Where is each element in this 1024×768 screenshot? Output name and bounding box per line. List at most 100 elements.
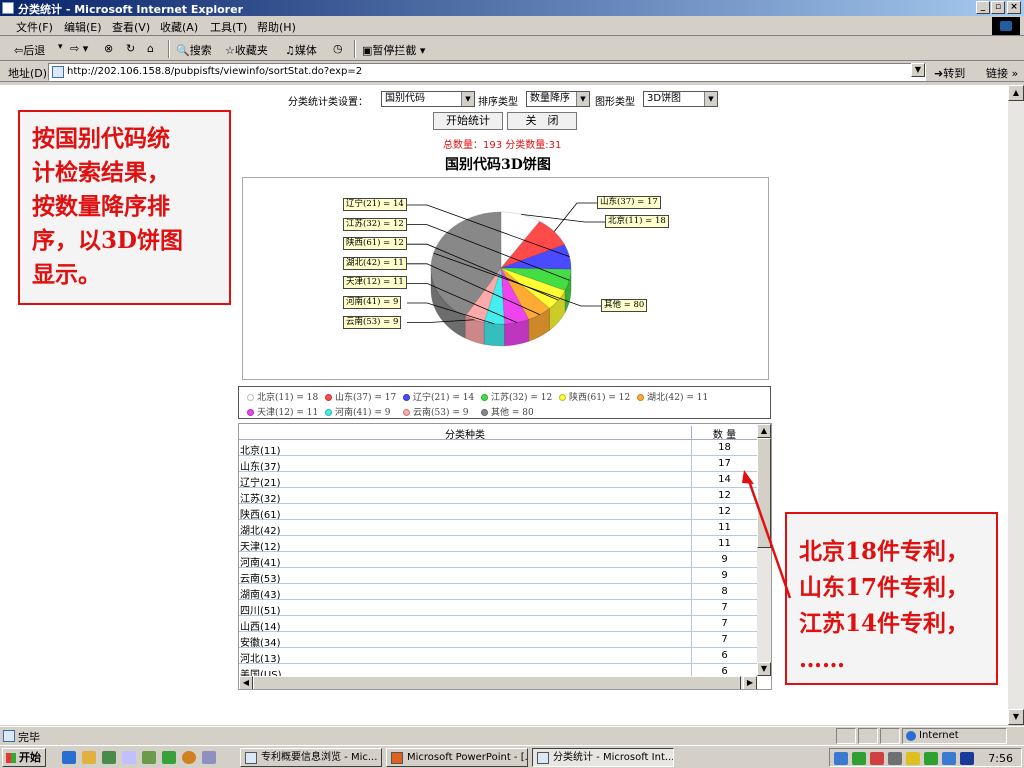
go-button[interactable]: ➜转到	[934, 65, 965, 81]
task-label-2: 分类统计 - Microsoft Int...	[553, 752, 674, 763]
callout-line: 北京18件专利，	[799, 538, 970, 565]
popup-blocker-button[interactable]: ▣暂停拦截 ▾	[362, 42, 425, 58]
table-row: 四川(51) 7	[239, 600, 757, 617]
start-label: 开始	[19, 751, 41, 764]
desktop-quicklaunch-icon[interactable]	[122, 751, 136, 764]
task-button-0[interactable]: 专利概要信息浏览 - Mic...	[240, 748, 382, 767]
stop-icon[interactable]: ⊗	[104, 42, 113, 55]
menu-tools[interactable]: 工具(T)	[210, 19, 247, 35]
table-cell-category: 湖北(42)	[240, 526, 281, 537]
address-input[interactable]: http://202.106.158.8/pubpisfts/viewinfo/…	[48, 63, 926, 81]
table-row: 河南(41) 9	[239, 552, 757, 569]
table-cell-category: 安徽(34)	[240, 638, 281, 649]
table-scroll-left-icon[interactable]: ◀	[239, 676, 253, 689]
legend-item: 河南(41) = 9	[325, 405, 390, 418]
app-quicklaunch-icon[interactable]	[162, 751, 176, 764]
table-hscroll-thumb[interactable]	[253, 676, 741, 689]
refresh-icon[interactable]: ↻	[126, 42, 135, 55]
tray-icon[interactable]	[834, 752, 848, 765]
status-cell	[858, 728, 878, 744]
back-dropdown-icon[interactable]: ▾	[58, 42, 63, 52]
app-quicklaunch-icon[interactable]	[182, 751, 196, 764]
task-button-2[interactable]: 分类统计 - Microsoft Int...	[532, 748, 674, 767]
table-hscrollbar[interactable]: ◀ ▶	[239, 676, 757, 689]
sort-label: 排序类型	[478, 97, 518, 108]
menu-favorites[interactable]: 收藏(A)	[160, 19, 198, 35]
status-cell	[836, 728, 856, 744]
callout-line: 序，以3D饼图	[32, 227, 183, 254]
summary-text: 总数量：193 分类数量:31	[443, 140, 562, 151]
tray-icon[interactable]	[852, 752, 866, 765]
chevron-down-icon: ▼	[704, 92, 717, 106]
clock: 7:56	[988, 752, 1013, 765]
status-cell	[880, 728, 900, 744]
table-row: 山西(14) 7	[239, 616, 757, 633]
table-header: 分类种类 数 量	[239, 424, 757, 441]
chevron-down-icon: ▼	[576, 92, 589, 106]
table-scroll-down-icon[interactable]: ▼	[757, 662, 771, 676]
tray-icon[interactable]	[870, 752, 884, 765]
media-button[interactable]: ♫媒体	[285, 42, 317, 58]
media-quicklaunch-icon[interactable]	[142, 751, 156, 764]
favorites-button[interactable]: ☆收藏夹	[225, 42, 268, 58]
history-icon[interactable]: ◷	[333, 42, 343, 55]
menu-edit[interactable]: 编辑(E)	[64, 19, 102, 35]
window-title-bar[interactable]: 分类统计 - Microsoft Internet Explorer _ ▫ ×	[0, 0, 1024, 16]
table-row: 安徽(34) 7	[239, 632, 757, 649]
explorer-quicklaunch-icon[interactable]	[82, 751, 96, 764]
table-row: 湖北(42) 11	[239, 520, 757, 537]
close-page-button[interactable]: 关 闭	[507, 112, 577, 130]
menu-view[interactable]: 查看(V)	[112, 19, 150, 35]
sort-select[interactable]: 数量降序 ▼	[526, 91, 590, 107]
links-button[interactable]: 链接 »	[986, 65, 1018, 81]
close-button[interactable]: ×	[1007, 1, 1021, 14]
minimize-button[interactable]: _	[976, 1, 990, 14]
callout-right: 北京18件专利， 山东17件专利， 江苏14件专利， ……	[785, 512, 998, 685]
legend-swatch	[325, 409, 332, 416]
table-row: 山东(37) 17	[239, 456, 757, 473]
tray-icon[interactable]	[888, 752, 902, 765]
zone-text: Internet	[919, 730, 959, 741]
window-title: 分类统计 - Microsoft Internet Explorer	[18, 3, 243, 16]
tray-icon[interactable]	[942, 752, 956, 765]
category-select[interactable]: 国别代码 ▼	[381, 91, 475, 107]
start-stat-button[interactable]: 开始统计	[433, 112, 503, 130]
popup-blocker-label: 暂停拦截	[372, 44, 417, 57]
table-cell-category: 江苏(32)	[240, 494, 281, 505]
callout-line: 按数量降序排	[32, 193, 170, 220]
pie-leader-line	[553, 202, 597, 232]
menu-file[interactable]: 文件(F)	[16, 19, 53, 35]
legend-swatch	[247, 394, 254, 401]
app-quicklaunch-icon[interactable]	[202, 751, 216, 764]
table-row: 河北(13) 6	[239, 648, 757, 665]
sort-select-value: 数量降序	[530, 93, 570, 104]
table-scroll-up-icon[interactable]: ▲	[757, 424, 771, 438]
chart-type-select[interactable]: 3D饼图 ▼	[643, 91, 718, 107]
page-scrollbar[interactable]: ▲ ▼	[1008, 85, 1024, 725]
forward-button[interactable]: ⇨ ▾	[70, 42, 88, 55]
legend-label: 山东(37) = 17	[335, 393, 397, 403]
start-button[interactable]: 开始	[2, 748, 46, 767]
menu-help[interactable]: 帮助(H)	[257, 19, 296, 35]
input-method-icon[interactable]	[960, 752, 974, 765]
tray-icon[interactable]	[924, 752, 938, 765]
callout-left: 按国别代码统 计检索结果， 按数量降序排 序，以3D饼图 显示。	[18, 110, 231, 305]
table-scroll-right-icon[interactable]: ▶	[743, 676, 757, 689]
address-dropdown-icon[interactable]: ▼	[911, 63, 925, 77]
table-cell-count: 18	[691, 440, 757, 456]
stats-table: 分类种类 数 量 北京(11) 18 山东(37) 17 辽宁(21) 14 江苏(32) 1…	[238, 423, 772, 690]
outlook-quicklaunch-icon[interactable]	[102, 751, 116, 764]
search-button[interactable]: 🔍搜索	[176, 42, 212, 58]
task-button-1[interactable]: Microsoft PowerPoint - [...	[386, 748, 528, 767]
back-button[interactable]: ⇦后退	[14, 42, 45, 58]
tray-icon[interactable]	[906, 752, 920, 765]
legend-label: 江苏(32) = 12	[491, 393, 553, 403]
ie-quicklaunch-icon[interactable]	[62, 751, 76, 764]
legend-swatch	[559, 394, 566, 401]
callout-line: 显示。	[32, 261, 101, 288]
home-icon[interactable]: ⌂	[147, 42, 154, 55]
maximize-button[interactable]: ▫	[991, 1, 1005, 14]
scroll-up-icon[interactable]: ▲	[1008, 85, 1024, 101]
scroll-down-icon[interactable]: ▼	[1008, 709, 1024, 725]
legend-item: 天津(12) = 11	[247, 405, 318, 418]
